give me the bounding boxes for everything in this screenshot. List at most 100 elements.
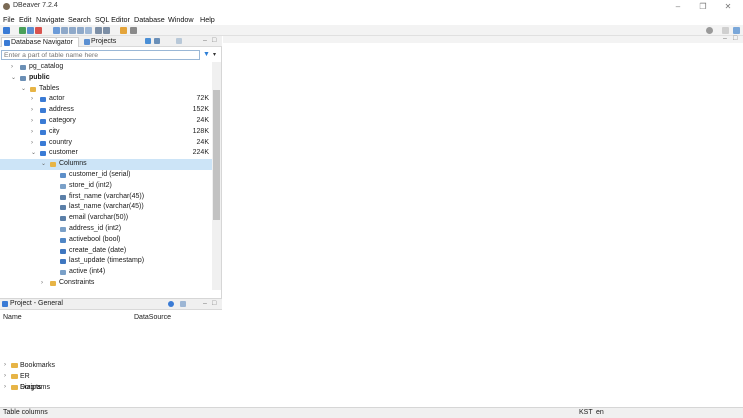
collapse-arrow-icon[interactable]: ⌄ [41, 159, 46, 170]
search-icon[interactable] [706, 27, 713, 34]
menu-database[interactable]: Database [134, 15, 165, 24]
tree-row[interactable]: last_update (timestamp) [0, 256, 212, 267]
tab-database-navigator[interactable]: Database Navigator [1, 37, 79, 47]
menu-search[interactable]: Search [68, 15, 91, 24]
transaction-mode-icon[interactable] [77, 27, 84, 34]
tree-row[interactable]: customer_id (serial) [0, 170, 212, 181]
tree-item-label: address [49, 106, 74, 114]
tree-row[interactable]: › country 24K [0, 138, 212, 149]
tree-row[interactable]: › category 24K [0, 116, 212, 127]
database-selector-icon[interactable] [95, 27, 102, 34]
filter-icon[interactable]: ▼ [203, 51, 211, 59]
menu-file[interactable]: File [3, 15, 15, 24]
expand-arrow-icon[interactable]: › [31, 105, 33, 116]
schema-selector-icon[interactable] [103, 27, 110, 34]
tree-item-label: active (int4) [69, 268, 106, 276]
tree-item-label: country [49, 138, 72, 146]
pk-column-icon [60, 173, 66, 178]
tree-row[interactable]: create_date (date) [0, 246, 212, 257]
expand-arrow-icon[interactable]: › [4, 360, 6, 371]
link-icon[interactable] [180, 301, 186, 307]
view-menu-icon[interactable] [176, 38, 182, 44]
tree-row[interactable]: activebool (bool) [0, 235, 212, 246]
tree-row[interactable]: › Constraints [0, 278, 212, 289]
tree-row[interactable]: ⌄ public [0, 73, 212, 84]
bool-column-icon [60, 237, 66, 243]
commit-icon[interactable] [61, 27, 68, 34]
maximize-view-icon[interactable]: □ [212, 37, 216, 44]
tree-row[interactable]: ⌄ Columns [0, 159, 212, 170]
editor-maximize-icon[interactable]: □ [733, 35, 737, 42]
favorites-icon[interactable] [120, 27, 127, 34]
table-icon [40, 140, 46, 146]
menu-navigate[interactable]: Navigate [36, 15, 64, 24]
navigator-scrollbar[interactable] [212, 62, 221, 290]
minimize-icon[interactable]: – [668, 1, 688, 12]
tree-row[interactable]: store_id (int2) [0, 181, 212, 192]
perspective-icon[interactable] [722, 27, 729, 34]
connect-icon[interactable] [19, 27, 26, 34]
tab-projects-label: Projects [91, 38, 117, 45]
tree-row[interactable]: › actor 72K [0, 94, 212, 105]
rollback-icon[interactable] [69, 27, 76, 34]
expand-arrow-icon[interactable]: › [4, 382, 6, 393]
tree-row[interactable]: active (int4) [0, 267, 212, 278]
sql-editor-icon[interactable] [53, 27, 60, 34]
expand-arrow-icon[interactable]: › [31, 127, 33, 138]
menu-help[interactable]: Help [200, 15, 215, 24]
date-column-icon [60, 259, 66, 265]
restore-icon[interactable]: ❐ [693, 1, 713, 12]
disconnect-icon[interactable] [27, 27, 34, 34]
collapse-all-icon[interactable] [145, 38, 151, 44]
expand-arrow-icon[interactable]: › [31, 116, 33, 127]
tab-projects[interactable]: Projects [82, 37, 122, 47]
editor-minimize-icon[interactable]: – [723, 35, 727, 42]
tree-item-label: activebool (bool) [69, 235, 121, 243]
dbeaver-perspective-icon[interactable] [733, 27, 740, 34]
toolbar-dropdown-icon[interactable] [130, 27, 137, 34]
table-filter-input[interactable] [1, 50, 200, 60]
tree-row[interactable]: ⌄ Tables [0, 84, 212, 95]
new-connection-icon[interactable] [3, 27, 10, 34]
expand-arrow-icon[interactable]: › [11, 62, 13, 73]
menu-window[interactable]: Window [168, 15, 194, 24]
navigator-scrollbar-thumb[interactable] [213, 90, 220, 220]
project-item-label: Scripts [20, 384, 42, 391]
tree-item-label: first_name (varchar(45)) [69, 192, 145, 200]
close-icon[interactable]: ✕ [718, 1, 738, 12]
folder-icon [30, 86, 36, 92]
collapse-arrow-icon[interactable]: ⌄ [31, 148, 36, 159]
tree-row[interactable]: first_name (varchar(45)) [0, 192, 212, 203]
tree-row[interactable]: address_id (int2) [0, 224, 212, 235]
column-header-name[interactable]: Name [3, 314, 22, 321]
configure-icon[interactable] [168, 301, 174, 307]
tree-row[interactable]: › pg_catalog [0, 62, 212, 73]
tree-row[interactable]: › address 152K [0, 105, 212, 116]
collapse-arrow-icon[interactable]: ⌄ [21, 84, 26, 95]
expand-arrow-icon[interactable]: › [41, 278, 43, 289]
tree-row[interactable]: ⌄ customer 224K [0, 148, 212, 159]
locale-indicator[interactable]: en [596, 409, 604, 416]
minimize-view-icon[interactable]: – [203, 37, 207, 44]
timezone-indicator[interactable]: KST [579, 409, 593, 416]
tree-row[interactable]: › city 128K [0, 127, 212, 138]
project-minimize-icon[interactable]: – [203, 300, 207, 307]
dbeaver-logo-icon [3, 3, 10, 10]
expand-arrow-icon[interactable]: › [31, 94, 33, 105]
editor-area[interactable]: – □ [223, 35, 743, 407]
column-header-datasource[interactable]: DataSource [134, 314, 171, 321]
filter-dropdown-icon[interactable]: ▾ [213, 51, 216, 58]
link-editor-icon[interactable] [154, 38, 160, 44]
collapse-arrow-icon[interactable]: ⌄ [11, 73, 16, 84]
transaction-log-icon[interactable] [85, 27, 92, 34]
invalidate-icon[interactable] [35, 27, 42, 34]
tree-row[interactable]: email (varchar(50)) [0, 213, 212, 224]
project-tab-label[interactable]: Project - General [10, 300, 63, 307]
tree-row[interactable]: last_name (varchar(45)) [0, 202, 212, 213]
menu-edit[interactable]: Edit [19, 15, 31, 24]
expand-arrow-icon[interactable]: › [31, 138, 33, 149]
project-maximize-icon[interactable]: □ [212, 300, 216, 307]
menu-sql-editor[interactable]: SQL Editor [95, 15, 130, 24]
expand-arrow-icon[interactable]: › [4, 371, 6, 382]
table-icon [40, 151, 46, 157]
